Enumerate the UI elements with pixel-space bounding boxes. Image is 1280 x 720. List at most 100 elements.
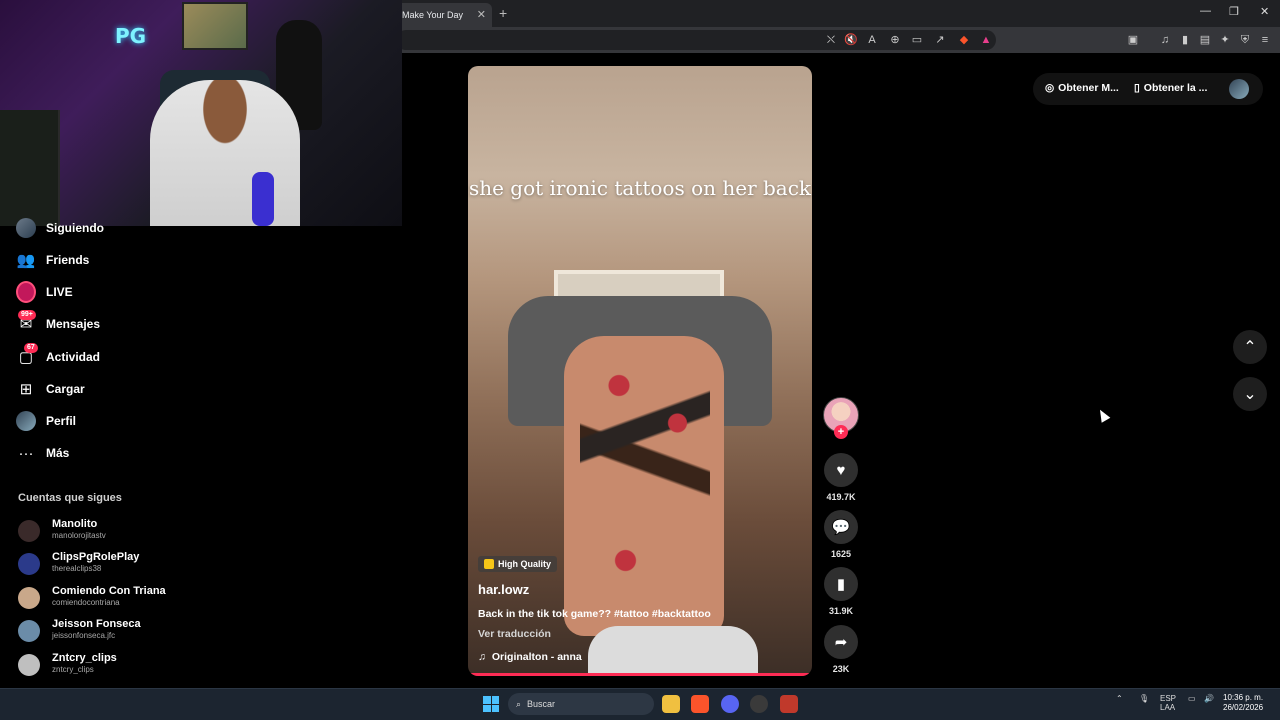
microphone-icon[interactable]: 🎙 — [1139, 694, 1149, 703]
sidebar-item-label: Perfil — [46, 414, 77, 428]
activity-icon: ▢ 67 — [16, 343, 38, 367]
video-author[interactable]: har.lowz — [478, 582, 529, 597]
clock-time: 10:36 p. m. — [1223, 693, 1264, 702]
discord-icon[interactable] — [721, 695, 739, 713]
sidebar-item-activity[interactable]: ▢ 67 Actividad — [16, 343, 100, 369]
sidebar-item-friends[interactable]: 👥 Friends — [16, 248, 90, 272]
windows-start-icon[interactable] — [483, 696, 499, 712]
quality-badge: High Quality — [478, 556, 558, 572]
save-button[interactable]: ▮ 31.9K — [822, 567, 860, 616]
chevron-up-icon: ⌃ — [1243, 339, 1257, 356]
brave-shield-icon[interactable]: ◆ — [957, 33, 971, 47]
file-explorer-icon[interactable] — [662, 695, 680, 713]
avatar — [18, 587, 40, 609]
follow-plus-icon[interactable]: + — [834, 425, 848, 439]
brave-rewards-icon[interactable]: ▲ — [979, 33, 993, 47]
account-handle: therealclips38 — [52, 564, 102, 573]
following-account[interactable]: Zntcry_clips zntcry_clips — [18, 652, 218, 682]
menu-icon[interactable]: ≡ — [1258, 33, 1272, 47]
bookmark-icon: ▮ — [824, 567, 858, 601]
video-progress-bar[interactable] — [468, 673, 812, 676]
sidebar-item-label: Actividad — [46, 350, 101, 364]
account-name: Zntcry_clips — [52, 652, 117, 664]
no-media-icon[interactable]: ⛌ — [824, 33, 838, 47]
music-link[interactable]: ♫ Originalton - anna — [478, 651, 582, 663]
account-handle: zntcry_clips — [52, 665, 94, 674]
tab-close-icon[interactable]: ✕ — [477, 8, 486, 21]
sidebar-icon[interactable]: ▮ — [1178, 33, 1192, 47]
heart-icon: ♥ — [824, 453, 858, 487]
wallet-icon[interactable]: ▤ — [1198, 33, 1212, 47]
avatar — [18, 520, 40, 542]
taskbar-clock[interactable]: 10:36 p. m. 26/02/2026 — [1223, 693, 1263, 713]
get-desktop-app-button[interactable]: ◎ Obtener M... — [1045, 82, 1119, 94]
tab-search-icon[interactable]: ▣ — [1126, 33, 1140, 47]
previous-video-button[interactable]: ⌃ — [1233, 330, 1267, 364]
following-account[interactable]: Jeisson Fonseca jeissonfonseca.jfc — [18, 618, 218, 648]
volume-icon[interactable]: 🔊 — [1204, 694, 1214, 703]
sidebar-item-more[interactable]: ··· Más — [16, 441, 70, 465]
stream-app-icon[interactable] — [780, 695, 798, 713]
sidebar-item-following[interactable]: Siguiendo — [16, 216, 104, 240]
sidebar-item-upload[interactable]: ⊞ Cargar — [16, 377, 85, 401]
comment-button[interactable]: 💬 1625 — [822, 510, 860, 559]
search-placeholder: Buscar — [527, 699, 556, 709]
sidebar-item-live[interactable]: LIVE — [16, 280, 73, 304]
account-handle: comiendocontriana — [52, 598, 120, 607]
zoom-icon[interactable]: ⊕ — [888, 33, 902, 47]
music-icon[interactable]: ♫ — [1158, 33, 1172, 47]
share-count: 23K — [832, 664, 850, 674]
sidebar-item-profile[interactable]: Perfil — [16, 409, 76, 433]
cast-icon[interactable]: ▭ — [910, 33, 924, 47]
avatar — [18, 620, 40, 642]
screen: Make Your Day ✕ + — ❐ ✕ ⛌ 🔇 A ⊕ ▭ ↗ ◆ ▲ … — [0, 0, 1280, 720]
app-icon[interactable] — [750, 695, 768, 713]
following-account[interactable]: ClipsPgRolePlay therealclips38 — [18, 551, 218, 581]
vpn-icon[interactable]: ⛨ — [1238, 33, 1252, 47]
search-icon: ⌕ — [516, 698, 522, 709]
minimize-button[interactable]: — — [1200, 5, 1211, 17]
get-app-label-2: Obtener la ... — [1143, 82, 1208, 94]
clock-date: 26/02/2026 — [1223, 703, 1264, 712]
like-count: 419.7K — [826, 492, 856, 502]
close-window-button[interactable]: ✕ — [1260, 5, 1269, 18]
account-name: Manolito — [52, 518, 98, 530]
leo-ai-icon[interactable]: ✦ — [1218, 33, 1232, 47]
mute-icon[interactable]: 🔇 — [844, 33, 858, 47]
language-indicator[interactable]: ESP LAA — [1160, 694, 1176, 712]
new-tab-button[interactable]: + — [499, 5, 507, 21]
back-tattoo — [580, 348, 710, 598]
following-account[interactable]: Comiendo Con Triana comiendocontriana — [18, 585, 218, 615]
play-quality-icon — [484, 559, 494, 569]
streamer — [150, 80, 300, 226]
pc-case — [0, 110, 60, 226]
sidebar-item-messages[interactable]: ✉ 99+ Mensajes — [16, 310, 100, 336]
share-button[interactable]: ➦ 23K — [822, 625, 860, 674]
sidebar-item-label: Siguiendo — [46, 221, 104, 235]
user-avatar[interactable] — [1229, 79, 1249, 99]
browser-tab[interactable]: Make Your Day ✕ — [396, 3, 492, 27]
next-video-button[interactable]: ⌄ — [1233, 377, 1267, 411]
maximize-button[interactable]: ❐ — [1229, 5, 1239, 18]
following-account[interactable]: Manolito manolorojitastv — [18, 518, 218, 548]
network-icon[interactable]: ▭ — [1188, 694, 1196, 703]
address-bar[interactable] — [396, 30, 996, 50]
get-mobile-app-button[interactable]: ▯ Obtener la ... — [1134, 82, 1207, 94]
tray-chevron-icon[interactable]: ⌃ — [1116, 694, 1123, 703]
chevron-down-icon: ⌄ — [1243, 386, 1257, 403]
translate-icon[interactable]: A — [865, 33, 879, 47]
messages-badge: 99+ — [18, 310, 36, 320]
translate-link[interactable]: Ver traducción — [478, 628, 551, 640]
microphone — [252, 172, 274, 226]
brave-browser-icon[interactable] — [691, 695, 709, 713]
neon-sign: PG — [115, 24, 147, 48]
like-button[interactable]: ♥ 419.7K — [822, 453, 860, 502]
share-icon[interactable]: ↗ — [933, 33, 947, 47]
live-icon — [16, 281, 36, 303]
activity-badge: 67 — [24, 343, 38, 353]
sidebar-item-label: LIVE — [46, 285, 73, 299]
quality-label: High Quality — [498, 559, 552, 569]
taskbar-search[interactable]: ⌕ Buscar — [508, 693, 654, 715]
account-name: ClipsPgRolePlay — [52, 551, 140, 563]
video-player[interactable]: she got ironic tattoos on her back High … — [468, 66, 812, 676]
